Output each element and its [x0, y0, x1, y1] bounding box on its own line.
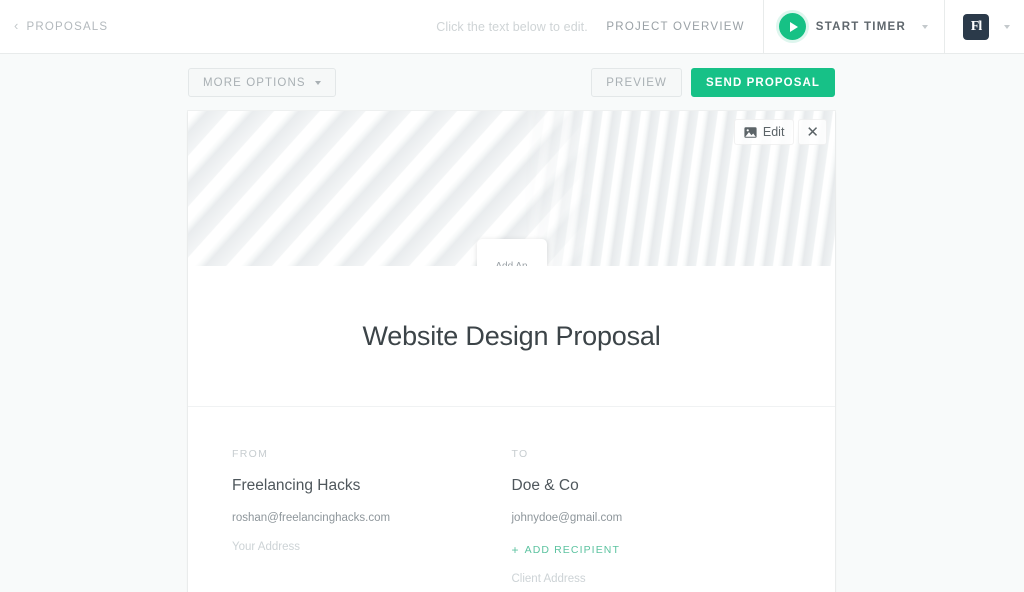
hero-edit-button[interactable]: Edit: [733, 119, 795, 145]
from-address-input[interactable]: Your Address: [232, 541, 512, 553]
page-body: MORE OPTIONS PREVIEW SEND PROPOSAL Edit …: [0, 54, 1024, 592]
chevron-down-icon: [314, 80, 321, 85]
send-proposal-label: SEND PROPOSAL: [706, 76, 820, 89]
from-email[interactable]: roshan@freelancinghacks.com: [232, 512, 512, 524]
to-column: TO Doe & Co johnydoe@gmail.com + ADD REC…: [512, 448, 792, 585]
from-name[interactable]: Freelancing Hacks: [232, 477, 512, 495]
play-icon: [778, 13, 806, 40]
back-to-proposals-link[interactable]: ‹ PROPOSALS: [14, 18, 109, 33]
add-an-image-button[interactable]: Add An Image: [476, 239, 547, 267]
avatar: Fl: [963, 13, 989, 40]
start-timer-button[interactable]: START TIMER: [762, 0, 944, 54]
more-options-label: MORE OPTIONS: [203, 76, 306, 89]
hero-toolbar: Edit ✕: [733, 119, 827, 145]
image-icon: [744, 126, 757, 138]
plus-icon: +: [511, 543, 520, 557]
top-bar: ‹ PROPOSALS Click the text below to edit…: [0, 0, 1024, 54]
account-menu-button[interactable]: Fl: [944, 0, 1024, 54]
preview-label: PREVIEW: [606, 76, 668, 89]
add-image-line-1: Add An: [495, 260, 528, 267]
chevron-down-icon[interactable]: [1004, 24, 1010, 29]
proposal-document-card: Edit ✕ Add An Image Website Design Propo…: [188, 111, 835, 592]
document-title-block: Website Design Proposal: [188, 266, 835, 407]
add-recipient-label: ADD RECIPIENT: [524, 544, 621, 556]
primary-actions-group: PREVIEW SEND PROPOSAL: [591, 68, 835, 97]
chevron-left-icon: ‹: [14, 18, 20, 33]
hero-edit-label: Edit: [762, 125, 785, 139]
to-name[interactable]: Doe & Co: [512, 477, 792, 495]
more-options-button[interactable]: MORE OPTIONS: [188, 68, 336, 97]
close-icon: ✕: [806, 123, 819, 141]
project-overview-label: PROJECT OVERVIEW: [606, 20, 745, 33]
top-bar-right-group: PROJECT OVERVIEW START TIMER Fl: [588, 0, 1024, 54]
to-email[interactable]: johnydoe@gmail.com: [512, 512, 792, 524]
to-label: TO: [511, 448, 529, 460]
action-bar: MORE OPTIONS PREVIEW SEND PROPOSAL: [188, 68, 835, 97]
send-proposal-button[interactable]: SEND PROPOSAL: [691, 68, 835, 97]
client-address-input[interactable]: Client Address: [512, 573, 792, 585]
project-overview-button[interactable]: PROJECT OVERVIEW: [588, 0, 762, 54]
chevron-down-icon[interactable]: [922, 24, 928, 29]
from-label: FROM: [232, 448, 269, 460]
hero-remove-button[interactable]: ✕: [798, 119, 827, 145]
parties-section: FROM Freelancing Hacks roshan@freelancin…: [188, 407, 835, 585]
page-title[interactable]: Website Design Proposal: [362, 321, 660, 352]
preview-button[interactable]: PREVIEW: [591, 68, 683, 97]
from-column: FROM Freelancing Hacks roshan@freelancin…: [232, 448, 512, 585]
back-to-proposals-label: PROPOSALS: [26, 20, 109, 33]
hero-banner[interactable]: Edit ✕ Add An Image: [188, 111, 835, 266]
add-recipient-button[interactable]: + ADD RECIPIENT: [512, 544, 621, 556]
start-timer-label: START TIMER: [815, 20, 906, 33]
